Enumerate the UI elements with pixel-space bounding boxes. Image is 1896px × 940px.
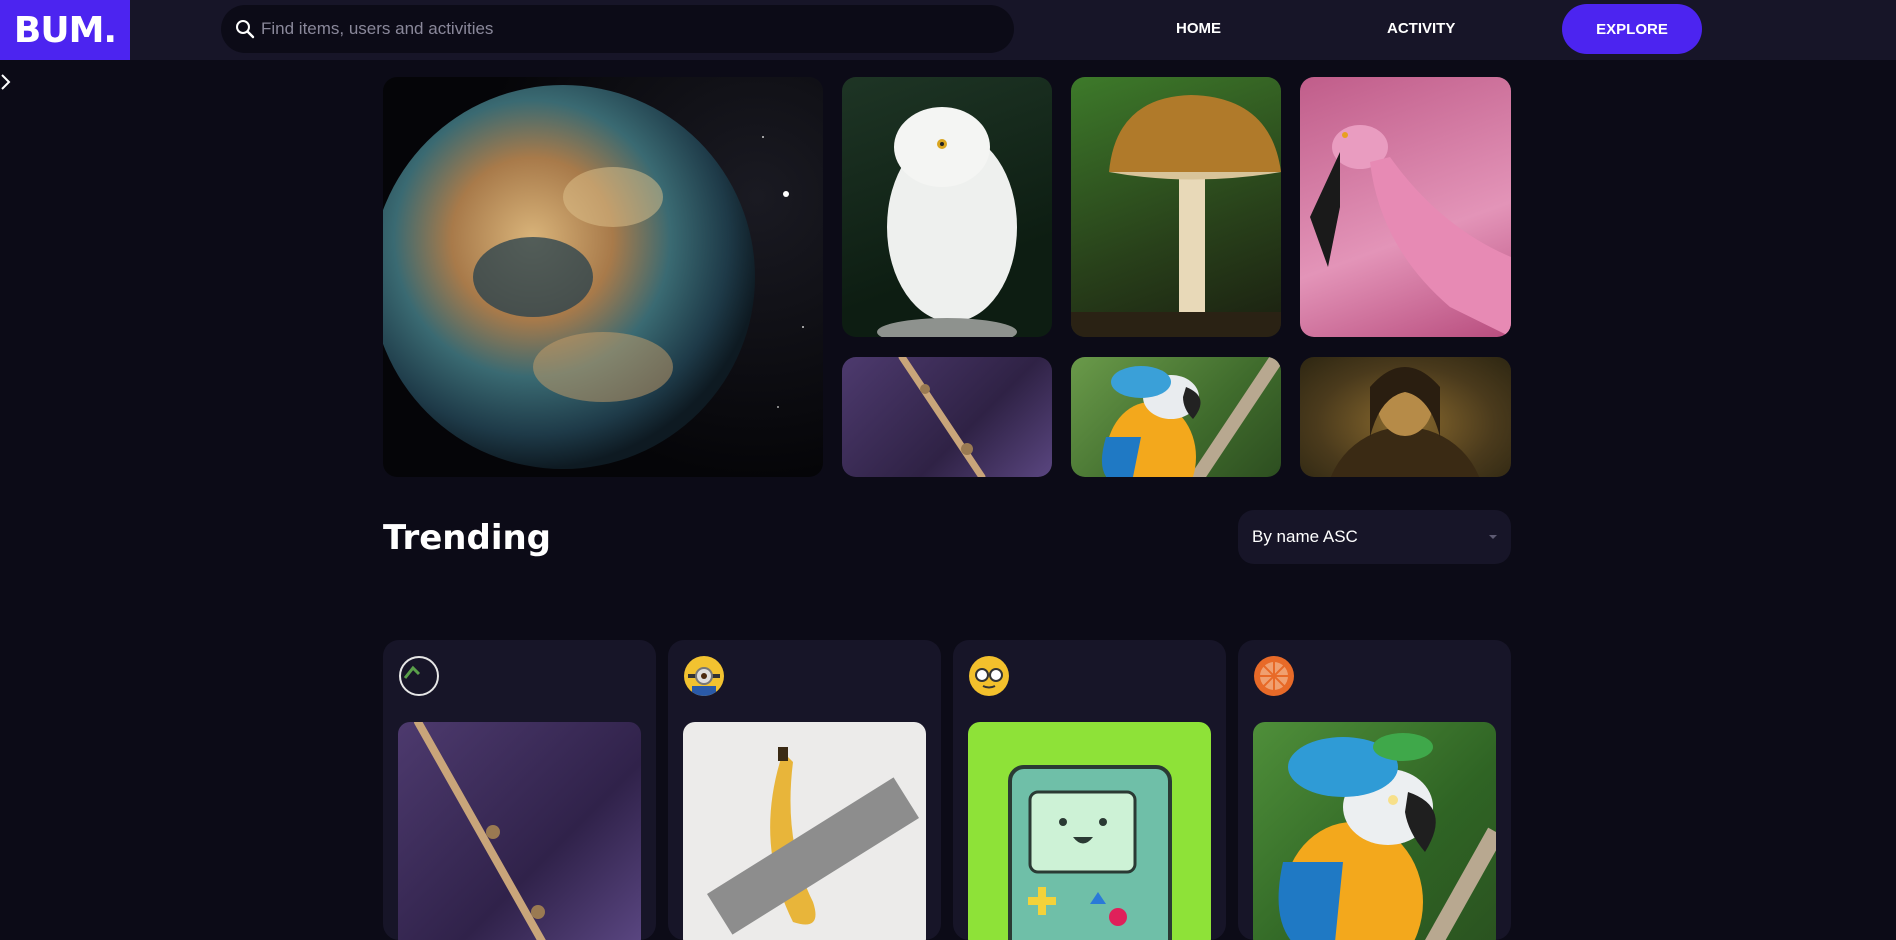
nav-home-link[interactable]: HOME (1176, 0, 1221, 56)
trending-heading: Trending (383, 518, 552, 558)
item-image-taped-banana[interactable] (683, 722, 926, 940)
creator-avatar[interactable] (1254, 656, 1294, 696)
creator-avatar[interactable] (969, 656, 1009, 696)
broken-image-icon (403, 665, 421, 679)
explore-button[interactable]: EXPLORE (1562, 4, 1702, 54)
featured-item-owl[interactable] (842, 77, 1052, 337)
search-input[interactable] (261, 19, 1001, 39)
banana-art (706, 747, 920, 935)
creator-avatar[interactable] (684, 656, 724, 696)
macaw-image (1102, 357, 1281, 477)
trending-card[interactable] (383, 640, 656, 940)
minion-avatar-icon (688, 667, 720, 696)
caret-down-icon (1489, 535, 1497, 539)
item-image-bmo[interactable] (968, 722, 1211, 940)
flamingo-image (1310, 125, 1511, 337)
mushroom-image (1071, 95, 1281, 337)
orange-slice-icon (1260, 662, 1288, 690)
featured-item-planet[interactable] (383, 77, 823, 477)
trending-card[interactable] (1238, 640, 1511, 940)
logo[interactable]: BUM. (0, 0, 130, 60)
item-image-wand[interactable] (398, 722, 641, 940)
macaw-art (1278, 733, 1496, 940)
trending-card[interactable] (953, 640, 1226, 940)
mona-lisa-image (1330, 367, 1480, 477)
creator-avatar[interactable] (399, 656, 439, 696)
chevron-right-icon[interactable] (0, 72, 12, 92)
nav-activity-link[interactable]: ACTIVITY (1387, 0, 1455, 56)
owl-image (877, 107, 1017, 337)
planet-image (383, 85, 804, 469)
featured-item-mona-lisa[interactable] (1300, 357, 1511, 477)
wand-art (414, 722, 546, 940)
trending-card[interactable] (668, 640, 941, 940)
sort-dropdown[interactable]: By name ASC (1238, 510, 1511, 564)
search-icon (236, 20, 255, 39)
sort-selected-value: By name ASC (1252, 527, 1358, 546)
search-bar[interactable] (221, 5, 1014, 53)
featured-item-mushroom[interactable] (1071, 77, 1281, 337)
featured-item-wand[interactable] (842, 357, 1052, 477)
featured-item-macaw[interactable] (1071, 357, 1281, 477)
wand-image (898, 357, 986, 477)
top-bar: BUM. HOME ACTIVITY EXPLORE (0, 0, 1896, 60)
emoji-face-icon (975, 668, 1003, 689)
featured-item-flamingo[interactable] (1300, 77, 1511, 337)
item-image-macaw[interactable] (1253, 722, 1496, 940)
bmo-art (1008, 765, 1172, 940)
